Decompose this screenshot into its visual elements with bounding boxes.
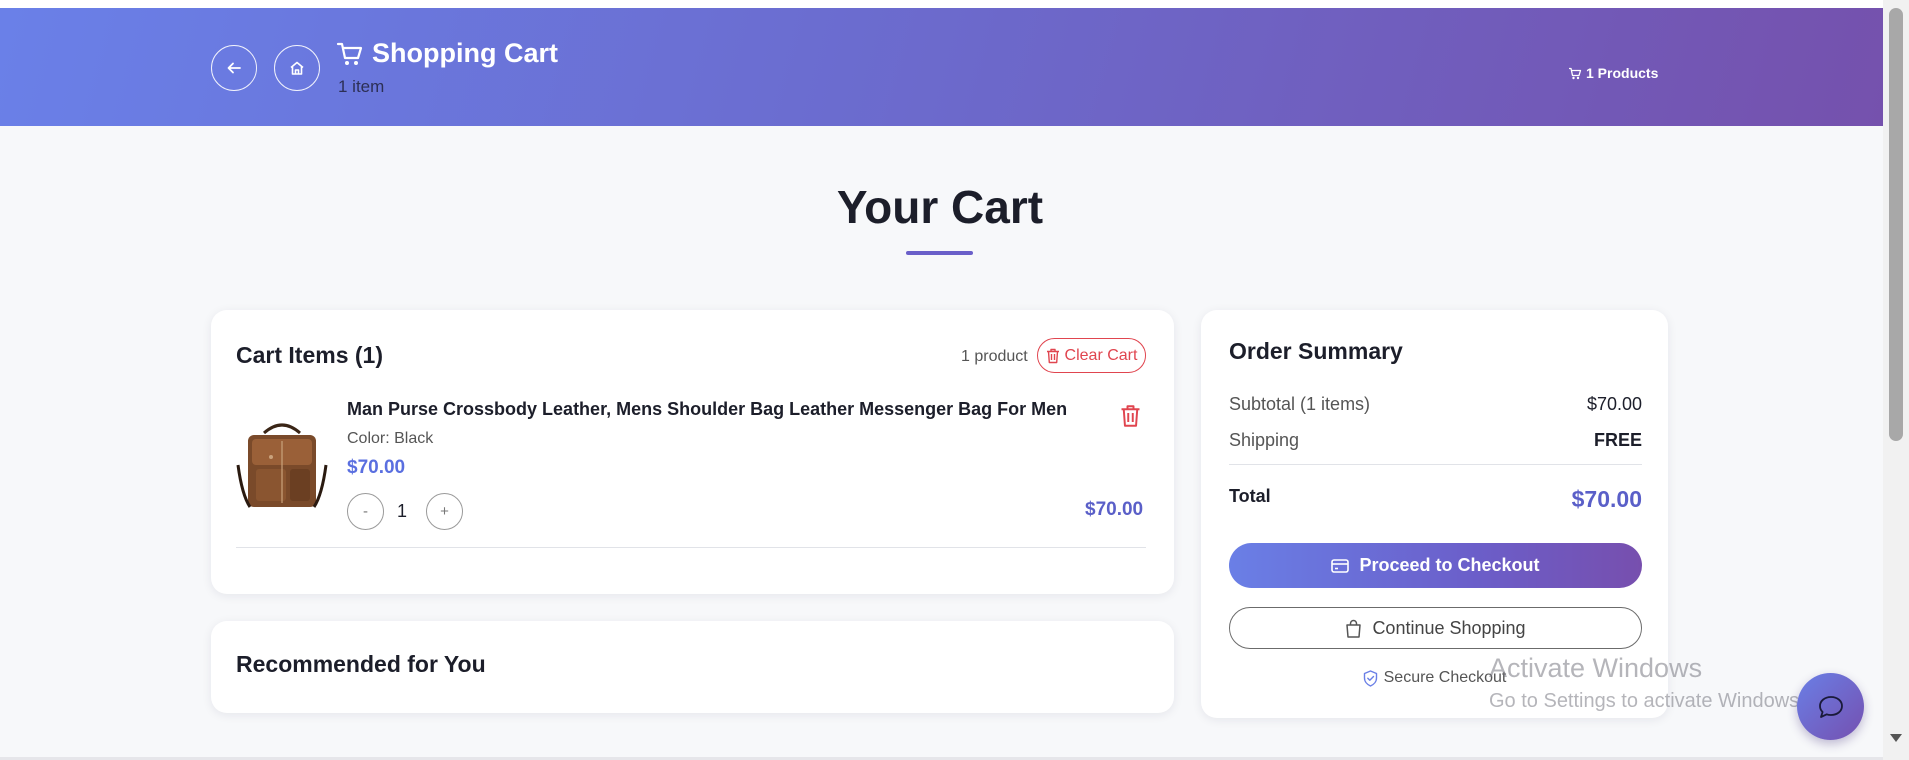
subtotal-label: Subtotal (1 items) <box>1229 394 1371 414</box>
recommended-card: Recommended for You <box>211 621 1174 713</box>
product-count: 1 product <box>961 348 1028 365</box>
cart-items-title: Cart Items (1) <box>236 342 383 368</box>
home-button[interactable] <box>274 45 320 91</box>
header: Shopping Cart 1 item 1 Products <box>0 8 1883 126</box>
line-total: $70.00 <box>1085 499 1144 520</box>
shield-check-icon <box>1363 669 1377 687</box>
page: Shopping Cart 1 item 1 Products Your Car… <box>0 0 1883 760</box>
product-color: Color: Black <box>347 430 434 447</box>
scroll-down-arrow-icon[interactable] <box>1890 734 1902 742</box>
divider <box>236 547 1146 548</box>
home-icon <box>290 61 304 75</box>
vertical-scrollbar[interactable] <box>1883 0 1909 760</box>
product-price: $70.00 <box>347 457 406 478</box>
scrollbar-thumb[interactable] <box>1889 8 1903 441</box>
continue-shopping-button[interactable]: Continue Shopping <box>1229 607 1642 649</box>
title-underline <box>906 251 973 255</box>
product-image[interactable] <box>236 415 328 515</box>
order-summary-card: Order Summary Subtotal (1 items) $70.00 … <box>1201 310 1668 718</box>
cart-icon <box>1569 67 1582 79</box>
subtotal-value: $70.00 <box>1586 394 1642 414</box>
top-strip <box>0 0 1883 8</box>
shopping-bag-icon <box>1346 619 1362 638</box>
cart-items-card: Cart Items (1) 1 product Clear Cart Man … <box>211 310 1174 594</box>
header-item-count: 1 item <box>338 77 385 96</box>
header-title: Shopping Cart <box>336 38 558 69</box>
trash-icon <box>1121 405 1140 427</box>
checkout-label: Proceed to Checkout <box>1359 555 1540 575</box>
quantity-value: 1 <box>397 501 408 521</box>
trash-icon <box>1046 348 1059 363</box>
back-button[interactable] <box>211 45 257 91</box>
divider <box>1229 464 1642 465</box>
order-summary-title: Order Summary <box>1229 338 1403 364</box>
shipping-value: FREE <box>1593 430 1642 450</box>
quantity-increase-button[interactable]: + <box>426 493 463 530</box>
chat-bubble-icon <box>1818 695 1843 718</box>
secure-checkout-note: Secure Checkout <box>1201 669 1668 687</box>
clear-cart-label: Clear Cart <box>1064 346 1138 364</box>
header-title-text: Shopping Cart <box>372 38 558 68</box>
chat-button[interactable] <box>1797 673 1864 740</box>
arrow-left-icon <box>227 62 241 74</box>
cart-icon <box>336 42 363 65</box>
continue-shopping-label: Continue Shopping <box>1372 617 1526 638</box>
header-products-badge[interactable]: 1 Products <box>1568 65 1658 81</box>
proceed-to-checkout-button[interactable]: Proceed to Checkout <box>1229 543 1642 588</box>
header-title-group: Shopping Cart 1 item <box>336 38 558 97</box>
secure-checkout-label: Secure Checkout <box>1383 669 1507 686</box>
recommended-title: Recommended for You <box>236 651 486 677</box>
total-label: Total <box>1229 486 1271 506</box>
subtotal-row: Subtotal (1 items) $70.00 <box>1229 394 1642 415</box>
total-value: $70.00 <box>1571 486 1642 512</box>
quantity-decrease-button[interactable]: - <box>347 493 384 530</box>
product-name[interactable]: Man Purse Crossbody Leather, Mens Should… <box>347 399 1067 420</box>
credit-card-icon <box>1331 558 1350 573</box>
shipping-label: Shipping <box>1229 430 1300 450</box>
remove-item-button[interactable] <box>1120 404 1141 433</box>
products-badge-label: 1 Products <box>1586 65 1659 81</box>
shipping-row: Shipping FREE <box>1229 430 1642 451</box>
clear-cart-button[interactable]: Clear Cart <box>1037 338 1146 373</box>
page-title: Your Cart <box>836 181 1044 233</box>
